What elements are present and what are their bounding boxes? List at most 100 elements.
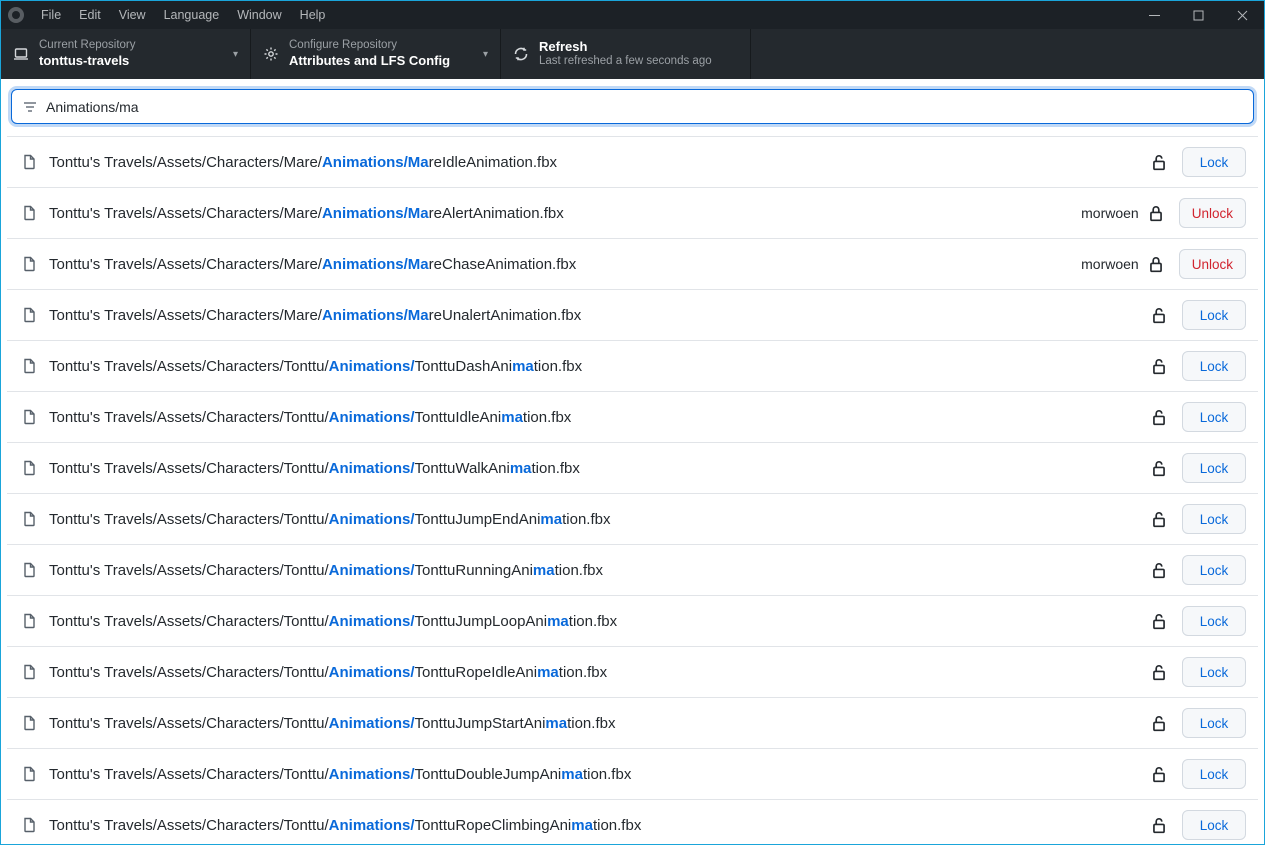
menu-window[interactable]: Window <box>228 8 290 22</box>
toolbar: Current Repository tonttus-travels ▾ Con… <box>1 29 1264 79</box>
refresh-label: Refresh <box>539 39 712 55</box>
file-path: Tonttu's Travels/Assets/Characters/Mare/… <box>49 307 1150 324</box>
file-path: Tonttu's Travels/Assets/Characters/Tontt… <box>49 715 1150 732</box>
repo-label: Current Repository <box>39 39 136 53</box>
repo-value: tonttus-travels <box>39 53 136 69</box>
lock-owner: morwoen <box>1081 256 1139 272</box>
file-path: Tonttu's Travels/Assets/Characters/Tontt… <box>49 613 1150 630</box>
file-path: Tonttu's Travels/Assets/Characters/Tontt… <box>49 511 1150 528</box>
unlock-button[interactable]: Unlock <box>1179 198 1246 228</box>
file-icon <box>21 766 37 782</box>
file-path: Tonttu's Travels/Assets/Characters/Tontt… <box>49 817 1150 834</box>
file-icon <box>21 409 37 425</box>
lock-button[interactable]: Lock <box>1182 759 1246 789</box>
lock-button[interactable]: Lock <box>1182 351 1246 381</box>
menu-help[interactable]: Help <box>291 8 335 22</box>
file-row[interactable]: Tonttu's Travels/Assets/Characters/Tontt… <box>7 647 1258 698</box>
file-path: Tonttu's Travels/Assets/Characters/Tontt… <box>49 664 1150 681</box>
lock-open-icon <box>1150 714 1168 732</box>
lock-closed-icon <box>1147 255 1165 273</box>
configure-repository-dropdown[interactable]: Configure Repository Attributes and LFS … <box>251 29 501 79</box>
file-path: Tonttu's Travels/Assets/Characters/Tontt… <box>49 562 1150 579</box>
lock-open-icon <box>1150 459 1168 477</box>
lock-button[interactable]: Lock <box>1182 300 1246 330</box>
filter-icon <box>22 99 38 115</box>
lock-owner: morwoen <box>1081 205 1139 221</box>
file-row[interactable]: Tonttu's Travels/Assets/Characters/Mare/… <box>7 188 1258 239</box>
content-area: Tonttu's Travels/Assets/Characters/Mare/… <box>1 79 1264 844</box>
file-icon <box>21 256 37 272</box>
file-icon <box>21 613 37 629</box>
file-path: Tonttu's Travels/Assets/Characters/Tontt… <box>49 766 1150 783</box>
lock-button[interactable]: Lock <box>1182 708 1246 738</box>
menu-view[interactable]: View <box>110 8 155 22</box>
window-controls <box>1132 1 1264 29</box>
file-row[interactable]: Tonttu's Travels/Assets/Characters/Tontt… <box>7 749 1258 800</box>
file-row[interactable]: Tonttu's Travels/Assets/Characters/Tontt… <box>7 545 1258 596</box>
file-row[interactable]: Tonttu's Travels/Assets/Characters/Tontt… <box>7 392 1258 443</box>
refresh-button[interactable]: Refresh Last refreshed a few seconds ago <box>501 29 751 79</box>
app-icon <box>8 7 24 23</box>
chevron-down-icon: ▾ <box>233 49 238 60</box>
lock-open-icon <box>1150 357 1168 375</box>
file-icon <box>21 715 37 731</box>
lock-button[interactable]: Lock <box>1182 504 1246 534</box>
file-icon <box>21 205 37 221</box>
file-path: Tonttu's Travels/Assets/Characters/Mare/… <box>49 205 1081 222</box>
lock-open-icon <box>1150 663 1168 681</box>
menu-language[interactable]: Language <box>155 8 229 22</box>
file-icon <box>21 817 37 833</box>
file-icon <box>21 154 37 170</box>
lock-button[interactable]: Lock <box>1182 402 1246 432</box>
lock-open-icon <box>1150 153 1168 171</box>
laptop-icon <box>13 46 29 62</box>
configure-label: Configure Repository <box>289 39 450 53</box>
file-list[interactable]: Tonttu's Travels/Assets/Characters/Mare/… <box>7 136 1258 844</box>
current-repository-dropdown[interactable]: Current Repository tonttus-travels ▾ <box>1 29 251 79</box>
filter-input-wrap[interactable] <box>11 89 1254 124</box>
file-icon <box>21 307 37 323</box>
file-row[interactable]: Tonttu's Travels/Assets/Characters/Tontt… <box>7 443 1258 494</box>
configure-value: Attributes and LFS Config <box>289 53 450 69</box>
lock-open-icon <box>1150 816 1168 834</box>
file-icon <box>21 460 37 476</box>
refresh-icon <box>513 46 529 62</box>
file-path: Tonttu's Travels/Assets/Characters/Mare/… <box>49 154 1150 171</box>
file-row[interactable]: Tonttu's Travels/Assets/Characters/Mare/… <box>7 290 1258 341</box>
file-icon <box>21 358 37 374</box>
lock-open-icon <box>1150 510 1168 528</box>
gear-icon <box>263 46 279 62</box>
lock-open-icon <box>1150 306 1168 324</box>
close-button[interactable] <box>1220 1 1264 29</box>
refresh-value: Last refreshed a few seconds ago <box>539 55 712 69</box>
file-row[interactable]: Tonttu's Travels/Assets/Characters/Tontt… <box>7 698 1258 749</box>
lock-button[interactable]: Lock <box>1182 606 1246 636</box>
unlock-button[interactable]: Unlock <box>1179 249 1246 279</box>
file-path: Tonttu's Travels/Assets/Characters/Tontt… <box>49 358 1150 375</box>
minimize-button[interactable] <box>1132 1 1176 29</box>
menu-edit[interactable]: Edit <box>70 8 110 22</box>
menu-file[interactable]: File <box>32 8 70 22</box>
lock-button[interactable]: Lock <box>1182 657 1246 687</box>
lock-open-icon <box>1150 408 1168 426</box>
file-icon <box>21 511 37 527</box>
lock-button[interactable]: Lock <box>1182 810 1246 840</box>
lock-button[interactable]: Lock <box>1182 453 1246 483</box>
filter-input[interactable] <box>46 99 1243 115</box>
file-icon <box>21 664 37 680</box>
file-icon <box>21 562 37 578</box>
file-row[interactable]: Tonttu's Travels/Assets/Characters/Tontt… <box>7 341 1258 392</box>
file-row[interactable]: Tonttu's Travels/Assets/Characters/Mare/… <box>7 137 1258 188</box>
file-path: Tonttu's Travels/Assets/Characters/Mare/… <box>49 256 1081 273</box>
file-row[interactable]: Tonttu's Travels/Assets/Characters/Tontt… <box>7 494 1258 545</box>
file-row[interactable]: Tonttu's Travels/Assets/Characters/Tontt… <box>7 596 1258 647</box>
file-path: Tonttu's Travels/Assets/Characters/Tontt… <box>49 460 1150 477</box>
menubar: FileEditViewLanguageWindowHelp <box>1 1 1264 29</box>
lock-button[interactable]: Lock <box>1182 147 1246 177</box>
file-path: Tonttu's Travels/Assets/Characters/Tontt… <box>49 409 1150 426</box>
file-row[interactable]: Tonttu's Travels/Assets/Characters/Mare/… <box>7 239 1258 290</box>
lock-button[interactable]: Lock <box>1182 555 1246 585</box>
file-row[interactable]: Tonttu's Travels/Assets/Characters/Tontt… <box>7 800 1258 844</box>
lock-open-icon <box>1150 765 1168 783</box>
maximize-button[interactable] <box>1176 1 1220 29</box>
